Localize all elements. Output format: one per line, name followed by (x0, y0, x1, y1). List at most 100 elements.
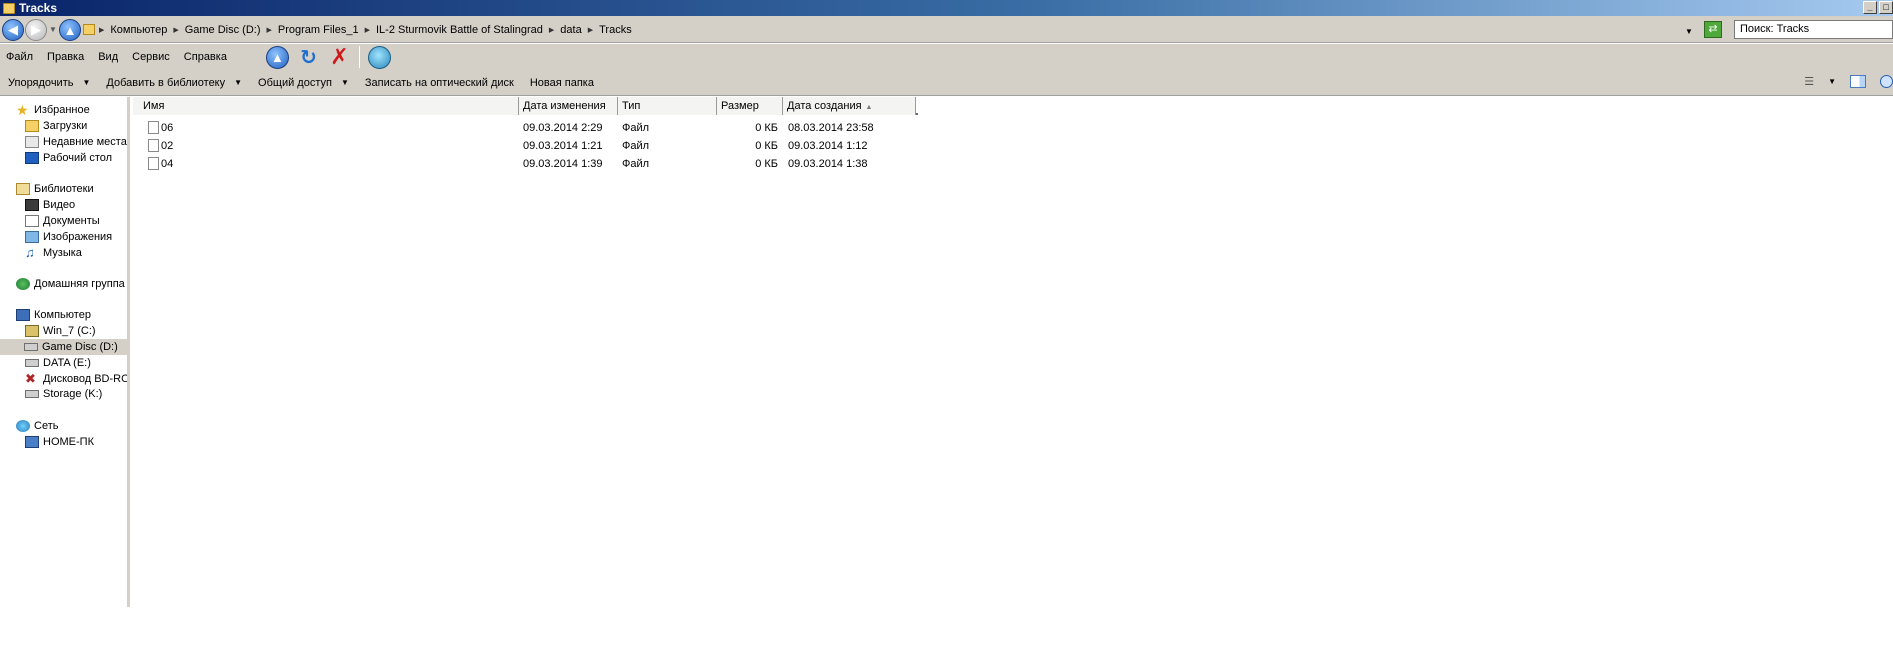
preview-pane-icon[interactable] (1850, 75, 1866, 88)
restore-button[interactable]: □ (1879, 1, 1893, 14)
search-input[interactable]: Поиск: Tracks (1734, 20, 1893, 39)
drive-icon (25, 359, 39, 367)
nav-music[interactable]: ♫Музыка (25, 245, 82, 261)
video-icon (25, 199, 39, 211)
file-icon (148, 139, 159, 152)
chevron-right-icon: ▶ (267, 26, 272, 34)
view-options-icon[interactable]: ☰ (1804, 75, 1814, 88)
burn-button[interactable]: Записать на оптический диск (357, 77, 522, 89)
breadcrumb-separator-root[interactable]: ▶ (99, 26, 104, 34)
address-bar[interactable]: ▶ Компьютер▶ Game Disc (D:)▶ Program Fil… (83, 19, 1733, 40)
file-created: 09.03.2014 1:38 (788, 155, 868, 173)
downloads-icon (25, 120, 39, 132)
chevron-right-icon: ▶ (173, 26, 178, 34)
up-folder-icon[interactable]: ▲ (266, 46, 289, 69)
nav-drive-c[interactable]: Win_7 (C:) (25, 323, 96, 339)
menu-tools[interactable]: Сервис (125, 51, 177, 63)
recent-pages-dropdown[interactable]: ▼ (49, 25, 57, 34)
nav-downloads[interactable]: Загрузки (25, 118, 87, 134)
column-header-type[interactable]: Тип (618, 97, 717, 115)
nav-network[interactable]: Сеть (16, 418, 58, 434)
documents-icon (25, 215, 39, 227)
breadcrumb-item[interactable]: IL-2 Sturmovik Battle of Stalingrad▶ (376, 24, 554, 36)
desktop-icon (25, 152, 39, 164)
delete-icon[interactable]: ✗ (328, 46, 351, 69)
music-icon: ♫ (25, 247, 39, 259)
menu-edit[interactable]: Правка (40, 51, 91, 63)
column-header-name[interactable]: Имя (133, 97, 519, 115)
new-folder-button[interactable]: Новая папка (522, 77, 602, 89)
nav-images[interactable]: Изображения (25, 229, 112, 245)
navigation-pane: ★Избранное Загрузки Недавние места Рабоч… (0, 97, 130, 607)
file-row[interactable]: 02 09.03.2014 1:21 Файл 0 КБ 09.03.2014 … (133, 137, 918, 155)
column-header-size[interactable]: Размер (717, 97, 783, 115)
nav-homegroup[interactable]: Домашняя группа (16, 276, 125, 292)
sync-icon[interactable]: ↻ (297, 46, 320, 69)
menu-help[interactable]: Справка (177, 51, 234, 63)
command-bar: Упорядочить▼ Добавить в библиотеку▼ Общи… (0, 70, 1893, 96)
menu-view[interactable]: Вид (91, 51, 125, 63)
chevron-right-icon: ▶ (588, 26, 593, 34)
folder-icon (83, 24, 95, 35)
nav-documents[interactable]: Документы (25, 213, 100, 229)
up-button[interactable]: ▲ (59, 19, 81, 41)
nav-computer[interactable]: Компьютер (16, 307, 91, 323)
chevron-down-icon[interactable]: ▼ (1828, 77, 1836, 86)
nav-drive-bd[interactable]: ✖Дисковод BD-ROM (H (25, 371, 130, 387)
menu-file[interactable]: Файл (0, 51, 40, 63)
nav-favorites[interactable]: ★Избранное (16, 102, 90, 118)
nav-video[interactable]: Видео (25, 197, 75, 213)
breadcrumb-item[interactable]: data▶ (560, 24, 593, 36)
share-button[interactable]: Общий доступ▼ (250, 77, 357, 89)
back-button[interactable]: ◀ (2, 19, 24, 41)
add-to-library-button[interactable]: Добавить в библиотеку▼ (98, 77, 250, 89)
breadcrumb-item-current[interactable]: Tracks (599, 24, 632, 36)
file-modified: 09.03.2014 2:29 (523, 119, 603, 137)
drive-icon (25, 390, 39, 398)
file-name: 06 (161, 119, 173, 137)
breadcrumb-item[interactable]: Компьютер▶ (110, 24, 178, 36)
network-icon (16, 420, 30, 432)
forward-button[interactable]: ▶ (25, 19, 47, 41)
organize-button[interactable]: Упорядочить▼ (0, 77, 98, 89)
chevron-down-icon: ▼ (234, 78, 242, 87)
file-type: Файл (622, 137, 649, 155)
star-icon: ★ (16, 104, 30, 116)
breadcrumb-item[interactable]: Game Disc (D:)▶ (185, 24, 272, 36)
nav-libraries[interactable]: Библиотеки (16, 181, 94, 197)
menu-bar: Файл Правка Вид Сервис Справка ▲ ↻ ✗ (0, 44, 1893, 70)
nav-home-pc[interactable]: HOME-ПК (25, 434, 94, 450)
chevron-right-icon: ▶ (549, 26, 554, 34)
recent-places-icon (25, 136, 39, 148)
column-header-row: Имя Дата изменения Тип Размер Дата созда… (133, 97, 918, 115)
address-history-dropdown[interactable]: ▼ (1685, 27, 1693, 36)
file-row[interactable]: 04 09.03.2014 1:39 Файл 0 КБ 09.03.2014 … (133, 155, 918, 173)
window-title: Tracks (19, 1, 57, 15)
help-icon[interactable] (1880, 75, 1893, 88)
file-name: 04 (161, 155, 173, 173)
file-row[interactable]: 06 09.03.2014 2:29 Файл 0 КБ 08.03.2014 … (133, 119, 918, 137)
nav-desktop[interactable]: Рабочий стол (25, 150, 112, 166)
minimize-button[interactable]: _ (1863, 1, 1877, 14)
shell-extension-icon[interactable] (368, 46, 391, 69)
drive-icon (24, 343, 38, 351)
file-icon (148, 121, 159, 134)
column-header-created[interactable]: Дата создания▲ (783, 97, 916, 115)
toolbar-icons: ▲ ↻ ✗ (266, 46, 391, 69)
nav-drive-e[interactable]: DATA (E:) (25, 355, 91, 371)
view-controls: ☰ ▼ (1804, 75, 1893, 88)
libraries-icon (16, 183, 30, 195)
empty-area (0, 607, 1893, 648)
file-size: 0 КБ (717, 155, 778, 173)
nav-drive-k[interactable]: Storage (K:) (25, 386, 102, 402)
breadcrumb-item[interactable]: Program Files_1▶ (278, 24, 370, 36)
nav-drive-d[interactable]: Game Disc (D:) (0, 339, 130, 355)
refresh-button[interactable]: ⇄ (1704, 21, 1722, 38)
optical-drive-icon: ✖ (25, 373, 39, 385)
file-size: 0 КБ (717, 119, 778, 137)
file-created: 08.03.2014 23:58 (788, 119, 874, 137)
nav-recent-places[interactable]: Недавние места (25, 134, 127, 150)
homegroup-icon (16, 278, 30, 290)
column-header-modified[interactable]: Дата изменения (519, 97, 618, 115)
file-modified: 09.03.2014 1:39 (523, 155, 603, 173)
